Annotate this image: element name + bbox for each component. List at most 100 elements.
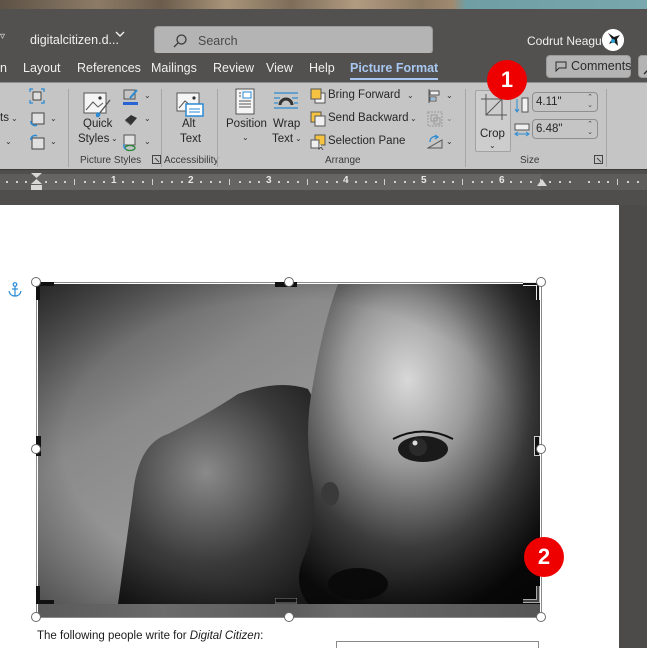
avatar-image [602, 29, 624, 51]
body-paragraph[interactable]: The following people write for Digital C… [37, 630, 263, 642]
chevron-down-icon[interactable]: ⌄ [50, 137, 57, 146]
title-bar: ▿ digitalcitizen.d... Search Codrut Neag… [0, 9, 647, 54]
shape-width-input[interactable]: 6.48" ⌃ ⌄ [532, 119, 598, 139]
tab-layout[interactable]: Layout [23, 61, 61, 75]
comments-button[interactable]: Comments [546, 55, 631, 78]
chevron-down-icon[interactable]: ⌄ [144, 114, 151, 123]
tab-references[interactable]: References [77, 61, 141, 75]
ruler-half-tick [384, 179, 386, 185]
chevron-down-icon[interactable]: ⌄ [446, 137, 453, 146]
tab-picture-format[interactable]: Picture Format [350, 61, 439, 80]
quick-access-dropdown-icon[interactable]: ▿ [0, 31, 5, 42]
text-box[interactable] [336, 641, 539, 648]
ruler-dot [364, 181, 367, 183]
ruler-dot [636, 181, 639, 183]
search-placeholder: Search [198, 34, 238, 48]
right-indent-marker[interactable] [537, 179, 547, 186]
chevron-down-icon[interactable]: ⌄ [11, 114, 18, 123]
crop-handle-bottom-right[interactable] [521, 584, 541, 604]
wrap-text-icon [274, 92, 298, 109]
body-text-italic: Digital Citizen [189, 630, 261, 642]
chevron-down-icon[interactable] [114, 28, 126, 40]
resize-handle-left[interactable] [31, 444, 41, 454]
ruler-dot [374, 181, 377, 183]
align-icon[interactable] [427, 88, 443, 104]
ruler-dot [326, 181, 329, 183]
first-line-indent-marker[interactable] [31, 173, 42, 190]
annotation-badge-2: 2 [524, 537, 564, 577]
ruler-half-tick [617, 179, 619, 185]
dialog-launcher-icon[interactable] [594, 155, 603, 164]
change-picture-icon[interactable] [29, 111, 45, 127]
search-input[interactable]: Search [154, 26, 433, 54]
shape-width-value: 6.48" [536, 123, 563, 135]
chevron-down-icon[interactable]: ⌄ [407, 91, 414, 100]
picture-layout-icon[interactable] [122, 134, 140, 152]
chevron-down-icon[interactable]: ⌄ [446, 91, 453, 100]
picture-effects-icon[interactable] [122, 112, 140, 128]
chevron-down-icon[interactable]: ⌄ [144, 91, 151, 100]
ruler-dot [413, 181, 416, 183]
resize-handle-bottom[interactable] [284, 612, 294, 622]
height-spinner[interactable]: ⌃ ⌄ [587, 94, 593, 110]
ruler-dot [626, 181, 629, 183]
picture-border-icon[interactable] [122, 88, 140, 106]
ruler-dot [93, 181, 96, 183]
ruler-dot [529, 181, 532, 183]
chevron-down-icon[interactable]: ⌄ [410, 114, 417, 123]
document-page[interactable]: The following people write for Digital C… [0, 205, 619, 648]
ruler-dot [588, 181, 590, 183]
resize-handle-top-right[interactable] [536, 277, 546, 287]
ruler-number: 2 [188, 175, 194, 186]
chevron-down-icon[interactable]: ⌄ [144, 137, 151, 146]
ruler-dot [200, 181, 202, 183]
ruler-dot [83, 181, 86, 183]
dialog-launcher-icon[interactable] [152, 155, 161, 164]
compress-pictures-icon[interactable] [29, 88, 45, 104]
partial-adjust-label[interactable]: ts [0, 112, 9, 124]
position-label: Position [226, 118, 267, 130]
reset-picture-icon[interactable] [29, 134, 45, 150]
ruler-number: 5 [421, 175, 427, 186]
ruler-dot [44, 181, 47, 183]
ruler-number: 3 [266, 175, 272, 186]
tab-design[interactable]: n [0, 61, 7, 75]
crop-handle-bottom[interactable] [275, 598, 297, 604]
photo-image [38, 284, 540, 604]
ruler-dot [258, 181, 261, 183]
search-icon [173, 34, 187, 48]
ruler-dot [25, 181, 28, 183]
shape-height-input[interactable]: 4.11" ⌃ ⌄ [532, 92, 598, 112]
resize-handle-right[interactable] [536, 444, 546, 454]
alt-text-icon [176, 92, 204, 117]
alt-text-label-1: Alt [182, 118, 196, 130]
crop-handle-bottom-left[interactable] [36, 584, 56, 604]
avatar[interactable] [602, 29, 624, 51]
desktop-wallpaper [0, 0, 647, 9]
chevron-down-icon[interactable]: ⌄ [5, 137, 12, 146]
resize-handle-top-left[interactable] [31, 277, 41, 287]
width-spinner[interactable]: ⌃ ⌄ [587, 121, 593, 137]
group-objects-icon[interactable] [427, 111, 443, 127]
resize-handle-bottom-right[interactable] [536, 612, 546, 622]
comment-icon [555, 61, 567, 72]
user-name[interactable]: Codrut Neagu [527, 34, 602, 48]
rotate-icon[interactable] [427, 134, 443, 150]
chevron-down-icon[interactable]: ⌄ [50, 114, 57, 123]
document-area: The following people write for Digital C… [0, 205, 647, 648]
horizontal-ruler[interactable]: 1 2 3 4 5 6 [0, 174, 647, 190]
resize-handle-top[interactable] [284, 277, 294, 287]
tab-mailings[interactable]: Mailings [151, 61, 197, 75]
tab-help[interactable]: Help [309, 61, 335, 75]
ruler-dot [394, 181, 396, 183]
ruler-number: 4 [343, 175, 349, 186]
resize-handle-bottom-left[interactable] [31, 612, 41, 622]
ruler-dot [481, 181, 484, 183]
tab-view[interactable]: View [266, 61, 293, 75]
anchor-icon[interactable] [8, 282, 22, 298]
ruler-half-tick [73, 179, 75, 185]
selected-picture[interactable] [31, 277, 546, 622]
document-title[interactable]: digitalcitizen.d... [30, 33, 119, 47]
editing-mode-button[interactable] [638, 55, 647, 78]
tab-review[interactable]: Review [213, 61, 254, 75]
